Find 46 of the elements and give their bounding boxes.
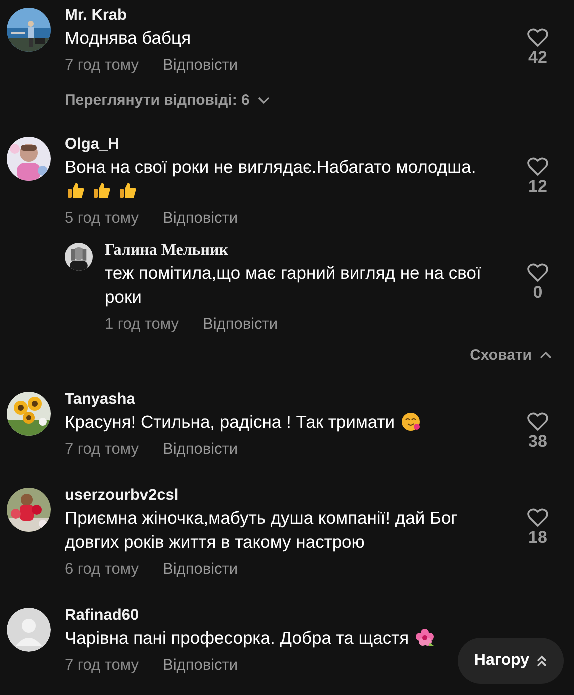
avatar-icon — [7, 608, 51, 652]
like-count: 42 — [528, 48, 548, 68]
like-count: 18 — [528, 528, 548, 548]
author-name[interactable]: Olga_H — [65, 135, 120, 155]
like-count: 0 — [533, 283, 543, 303]
view-replies-button[interactable]: Переглянути відповіді: 6 — [65, 92, 270, 109]
reply-link[interactable]: Відповісти — [163, 656, 238, 676]
author-name[interactable]: Tanyasha — [65, 390, 136, 410]
heart-icon[interactable] — [527, 28, 549, 48]
reply-link[interactable]: Відповісти — [163, 209, 238, 229]
timestamp: 7 год тому — [65, 56, 139, 76]
thumbs-up-icon — [92, 181, 112, 201]
flower-icon — [414, 628, 435, 648]
thumbs-up-icon — [118, 181, 138, 201]
thumbs-up-icon — [66, 181, 86, 201]
heart-icon[interactable] — [527, 157, 549, 177]
timestamp: 1 год тому — [105, 315, 179, 335]
timestamp: 7 год тому — [65, 440, 139, 460]
comment-text: Чарівна пані професорка. Добра та щастя — [65, 628, 410, 648]
heart-icon[interactable] — [527, 412, 549, 432]
comment-text: Красуня! Стильна, радісна ! Так тримати — [65, 412, 396, 432]
reply-link[interactable]: Відповісти — [203, 315, 278, 335]
chevron-down-icon — [258, 96, 270, 105]
double-chevron-up-icon — [536, 655, 548, 667]
reply-link[interactable]: Відповісти — [163, 560, 238, 580]
author-name[interactable]: userzourbv2csl — [65, 486, 179, 506]
comment-text: Вона на свої роки не виглядає.Набагато молодша. — [65, 157, 476, 177]
like-count: 38 — [528, 432, 548, 452]
scroll-to-top-button[interactable]: Нагору — [458, 638, 564, 684]
comment-text: Приємна жіночка,мабуть душа компанії! дай Бог довгих років життя в такому настрою — [65, 508, 458, 552]
hide-replies-button[interactable]: Сховати — [470, 347, 552, 364]
timestamp: 5 год тому — [65, 209, 139, 229]
heart-icon[interactable] — [527, 263, 549, 283]
author-name[interactable]: Rafinad60 — [65, 606, 140, 626]
timestamp: 6 год тому — [65, 560, 139, 580]
like-count: 12 — [528, 177, 548, 197]
heart-icon[interactable] — [527, 508, 549, 528]
author-name[interactable]: Галина Мельник — [105, 241, 228, 261]
reply-link[interactable]: Відповісти — [163, 440, 238, 460]
reply-link[interactable]: Відповісти — [163, 56, 238, 76]
author-name[interactable]: Mr. Krab — [65, 6, 128, 26]
comment-text: Моднява бабця — [65, 28, 192, 48]
comment-text: теж помітила,що має гарний вигляд не на свої роки — [105, 263, 482, 307]
timestamp: 7 год тому — [65, 656, 139, 676]
smiling-face-icon — [400, 412, 421, 432]
chevron-up-icon — [540, 351, 552, 360]
